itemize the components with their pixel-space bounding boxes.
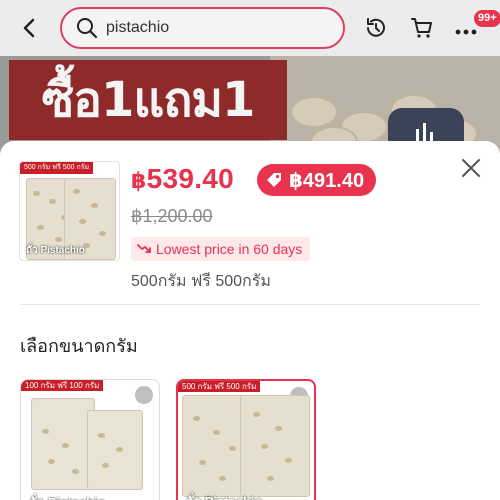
search-icon [77, 18, 98, 39]
cart-button[interactable] [410, 16, 434, 40]
lowest-price-text: Lowest price in 60 days [156, 241, 303, 257]
option-label: ถั่ว Pistachio [186, 491, 263, 500]
option-tag: 500 กรัม ฟรี 500 กรัม [178, 381, 261, 392]
more-button[interactable] [455, 24, 477, 35]
cart-count-badge: 99+ [474, 10, 500, 27]
option-tag: 100 กรัม ฟรี 100 กรัม [21, 380, 104, 391]
currency-symbol: ฿ [131, 168, 147, 193]
product-bag-image [31, 398, 95, 490]
selected-variant: 500กรัม ฟรี 500กรัม [131, 273, 271, 290]
coupon-price: ฿491.40 [289, 169, 365, 192]
thumbnail-tag: 500 กรัม ฟรี 500 กรัม [20, 162, 94, 174]
product-thumbnail[interactable]: 500 กรัม ฟรี 500 กรัม ถั่ว Pistachio [19, 161, 120, 261]
option-label: ถั่ว Pistachio [29, 492, 106, 500]
search-input[interactable] [106, 19, 306, 37]
product-bag-image [182, 395, 248, 497]
divider [20, 304, 480, 305]
history-icon [367, 18, 385, 37]
variant-sheet: 500 กรัม ฟรี 500 กรัม ถั่ว Pistachio ฿53… [0, 141, 500, 500]
cart-icon [411, 18, 432, 38]
expand-icon[interactable] [135, 386, 153, 404]
trend-down-icon [137, 244, 151, 253]
price-value: 539.40 [146, 163, 235, 194]
size-option-500g[interactable]: 500 กรัม ฟรี 500 กรัม ถั่ว Pistachio [176, 379, 316, 500]
product-bag-image [240, 395, 310, 497]
product-bag-image [87, 410, 143, 490]
more-icon [455, 29, 477, 35]
coupon-price-badge: ฿491.40 [257, 164, 377, 196]
original-price: ฿1,200.00 [131, 206, 213, 226]
banner-promo-text: ซื้อ1แถม1 [9, 60, 287, 140]
back-arrow-icon [23, 18, 35, 38]
close-icon [462, 159, 480, 177]
close-button[interactable] [460, 157, 482, 179]
coupon-tag-icon [267, 173, 281, 187]
top-bar: 99+ [0, 0, 500, 56]
lowest-price-badge: Lowest price in 60 days [131, 237, 311, 261]
search-bar[interactable] [60, 7, 345, 49]
thumbnail-label: ถั่ว Pistachio [26, 245, 85, 256]
current-price: ฿539.40 [131, 163, 234, 195]
live-icon [416, 123, 433, 141]
section-title: เลือกขนาดกรัม [20, 336, 138, 356]
history-button[interactable] [364, 16, 388, 40]
back-button[interactable] [18, 14, 40, 42]
size-option-100g[interactable]: 100 กรัม ฟรี 100 กรัม ถั่ว Pistachio [20, 379, 160, 500]
